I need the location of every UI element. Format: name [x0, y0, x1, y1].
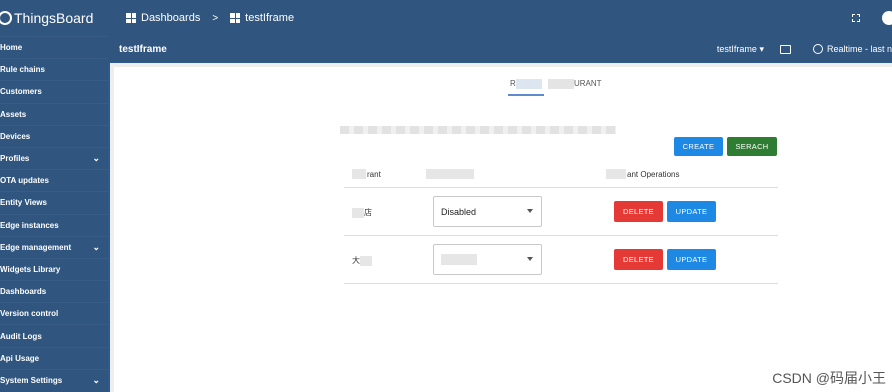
chevron-down-icon: ⌄: [92, 153, 100, 164]
column-header-label: ant Operations: [627, 169, 680, 179]
state-select-value: testIframe: [716, 43, 757, 54]
sidebar-item-edge-management[interactable]: Edge management ⌄: [0, 235, 108, 258]
column-header-operations: ant Operations: [606, 169, 679, 179]
breadcrumb-separator: >: [212, 12, 219, 24]
sidebar-item-label: System Settings: [0, 375, 63, 385]
tab-active-indicator: [508, 94, 544, 96]
sidebar-item-label: Rule chains: [0, 65, 45, 75]
chevron-down-icon: ⌄: [92, 374, 100, 385]
fullscreen-icon[interactable]: [852, 14, 860, 22]
sidebar-item-label: Devices: [0, 131, 31, 141]
iframe-widget: R URANT CREATE SERACH rant ant Operation…: [114, 67, 892, 392]
sidebar-item-audit-logs[interactable]: Audit Logs: [0, 324, 108, 346]
sidebar-item-label: Customers: [0, 87, 42, 97]
tab-second[interactable]: URANT: [548, 79, 602, 89]
sidebar-item-system-settings[interactable]: System Settings ⌄: [0, 368, 108, 391]
caret-down-icon: ▾: [759, 43, 764, 54]
breadcrumb-dashboards[interactable]: Dashboards: [141, 12, 200, 24]
sidebar-menu: Home Rule chains Customers Assets Device…: [0, 36, 108, 391]
tab-second-label: URANT: [574, 79, 602, 89]
sidebar: ThingsBoard Home Rule chains Customers A…: [0, 0, 108, 392]
sidebar-item-entity-views[interactable]: Entity Views: [0, 191, 108, 213]
sidebar-item-devices[interactable]: Devices: [0, 124, 108, 147]
sidebar-item-label: Dashboards: [0, 287, 47, 297]
sidebar-item-customers[interactable]: Customers: [0, 80, 108, 102]
row-name-text: 大: [352, 256, 360, 265]
status-select-value: Disabled: [441, 206, 477, 217]
delete-button[interactable]: DELETE: [614, 249, 663, 270]
top-header: Dashboards > testIframe: [108, 0, 892, 36]
sidebar-item-label: Assets: [0, 109, 27, 119]
timewindow-button[interactable]: Realtime - last n: [827, 44, 892, 54]
sidebar-item-home[interactable]: Home: [0, 36, 108, 58]
sidebar-item-rule-chains[interactable]: Rule chains: [0, 58, 108, 80]
sidebar-item-ota-updates[interactable]: OTA updates: [0, 169, 108, 191]
redacted-text: [352, 169, 366, 179]
clock-icon: [812, 44, 823, 54]
state-select[interactable]: testIframe ▾: [717, 44, 764, 55]
row-name-text: 店: [364, 208, 372, 217]
dashboard-canvas: R URANT CREATE SERACH rant ant Operation…: [110, 63, 892, 392]
dashboard-title: testIframe: [119, 43, 167, 55]
chevron-down-icon: ⌄: [92, 241, 100, 252]
brand[interactable]: ThingsBoard: [0, 0, 108, 36]
delete-button[interactable]: DELETE: [614, 201, 663, 222]
dashboard-toolbar: testIframe testIframe ▾ Realtime - last …: [108, 36, 892, 62]
sidebar-item-label: Widgets Library: [0, 264, 61, 274]
restaurant-table: rant ant Operations 店 Disabled DELETE UP…: [344, 160, 778, 284]
create-button[interactable]: CREATE: [674, 137, 723, 156]
row-name: 店: [352, 207, 372, 218]
sidebar-item-label: Api Usage: [0, 353, 40, 363]
sidebar-item-edge-instances[interactable]: Edge instances: [0, 213, 108, 236]
header-actions: [852, 11, 892, 25]
sidebar-item-version-control[interactable]: Version control: [0, 302, 108, 324]
watermark: CSDN @码届小王: [772, 370, 886, 386]
update-button[interactable]: UPDATE: [667, 249, 716, 270]
breadcrumb-current: testIframe: [245, 12, 295, 24]
redacted-text: [352, 207, 364, 218]
table-row: 大 DELETE UPDATE: [344, 236, 778, 284]
status-select[interactable]: Disabled: [433, 196, 542, 227]
row-name: 大: [352, 255, 372, 266]
sidebar-item-label: Version control: [0, 309, 59, 319]
sidebar-item-label: Edge instances: [0, 220, 59, 230]
redacted-text: [606, 169, 626, 179]
sidebar-item-profiles[interactable]: Profiles ⌄: [0, 146, 108, 169]
brand-name: ThingsBoard: [14, 10, 94, 26]
redacted-text: [548, 79, 574, 89]
sidebar-item-label: Edge management: [0, 242, 72, 252]
table-header: rant ant Operations: [344, 160, 778, 188]
toolbar-actions: testIframe ▾ Realtime - last n: [717, 44, 892, 55]
breadcrumb: Dashboards > testIframe: [126, 12, 294, 24]
dashboard-icon: [230, 13, 241, 23]
sidebar-item-label: Entity Views: [0, 198, 47, 208]
dropdown-arrow-icon: [527, 209, 533, 213]
sidebar-item-label: Profiles: [0, 154, 30, 164]
sidebar-item-label: Audit Logs: [0, 331, 42, 341]
redacted-text: [426, 169, 474, 179]
column-header-label: rant: [367, 169, 381, 179]
sidebar-item-label: OTA updates: [0, 176, 49, 186]
layouts-icon[interactable]: [779, 44, 791, 54]
dashboard-icon: [126, 13, 136, 23]
account-icon[interactable]: [882, 11, 892, 25]
search-button[interactable]: SERACH: [727, 137, 777, 156]
redacted-text: [441, 254, 477, 265]
redacted-text: [360, 255, 372, 266]
redacted-text: [340, 126, 616, 134]
sidebar-item-widgets-library[interactable]: Widgets Library: [0, 257, 108, 280]
column-header-status: [426, 169, 475, 179]
update-button[interactable]: UPDATE: [667, 201, 716, 222]
sidebar-item-dashboards[interactable]: Dashboards: [0, 280, 108, 302]
sidebar-item-label: Home: [0, 43, 23, 53]
dropdown-arrow-icon: [527, 257, 533, 261]
redacted-text: [515, 79, 542, 89]
sidebar-item-api-usage[interactable]: Api Usage: [0, 346, 108, 369]
sidebar-item-assets[interactable]: Assets: [0, 102, 108, 125]
table-row: 店 Disabled DELETE UPDATE: [344, 188, 778, 236]
thingsboard-logo-icon: [0, 11, 12, 25]
column-header-name: rant: [352, 169, 381, 179]
status-select[interactable]: [433, 244, 542, 275]
